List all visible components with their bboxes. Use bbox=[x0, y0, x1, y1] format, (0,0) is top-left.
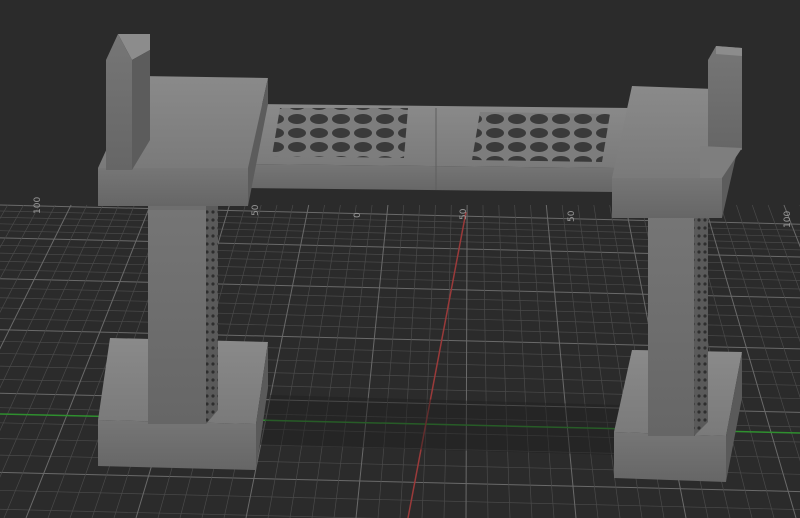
3d-viewport[interactable]: 100 50 0 50 50 100 bbox=[0, 0, 800, 518]
grid-label: 0 bbox=[353, 212, 363, 218]
left-leg[interactable] bbox=[148, 196, 218, 424]
grid-label: 100 bbox=[783, 211, 793, 228]
grid-label: 100 bbox=[33, 197, 43, 214]
right-mesh-panel bbox=[472, 112, 610, 162]
right-leg[interactable] bbox=[648, 208, 708, 436]
grid-label: 50 bbox=[459, 208, 469, 220]
left-mesh-panel bbox=[272, 108, 408, 158]
model-shadow bbox=[260, 395, 620, 455]
grid-label: 50 bbox=[567, 210, 577, 222]
grid-label: 50 bbox=[251, 204, 261, 216]
